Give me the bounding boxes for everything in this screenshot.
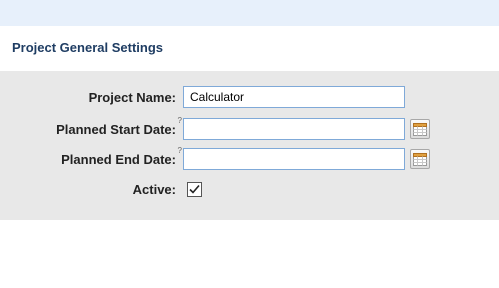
planned-start-date-input[interactable] <box>183 118 405 140</box>
project-name-label: Project Name: <box>88 90 176 105</box>
end-date-calendar-button[interactable] <box>410 149 430 169</box>
planned-end-date-label: Planned End Date:? <box>61 146 182 167</box>
settings-form-panel: Project Name: Planned Start Date:? Plann… <box>0 71 499 220</box>
planned-start-date-label: Planned Start Date:? <box>56 116 182 137</box>
project-name-input[interactable] <box>183 86 405 108</box>
active-label: Active: <box>132 182 176 197</box>
active-row: Active: <box>0 178 499 202</box>
calendar-icon <box>413 123 427 136</box>
help-mark[interactable]: ? <box>178 116 182 125</box>
section-title: Project General Settings <box>12 40 163 55</box>
start-date-calendar-button[interactable] <box>410 119 430 139</box>
calendar-icon <box>413 153 427 166</box>
planned-end-date-row: Planned End Date:? <box>0 146 499 172</box>
planned-start-date-row: Planned Start Date:? <box>0 116 499 142</box>
active-checkbox[interactable] <box>187 182 202 197</box>
project-name-row: Project Name: <box>0 86 499 110</box>
help-mark[interactable]: ? <box>178 146 182 155</box>
top-bar <box>0 0 499 26</box>
planned-end-date-input[interactable] <box>183 148 405 170</box>
checkmark-icon <box>189 184 200 194</box>
